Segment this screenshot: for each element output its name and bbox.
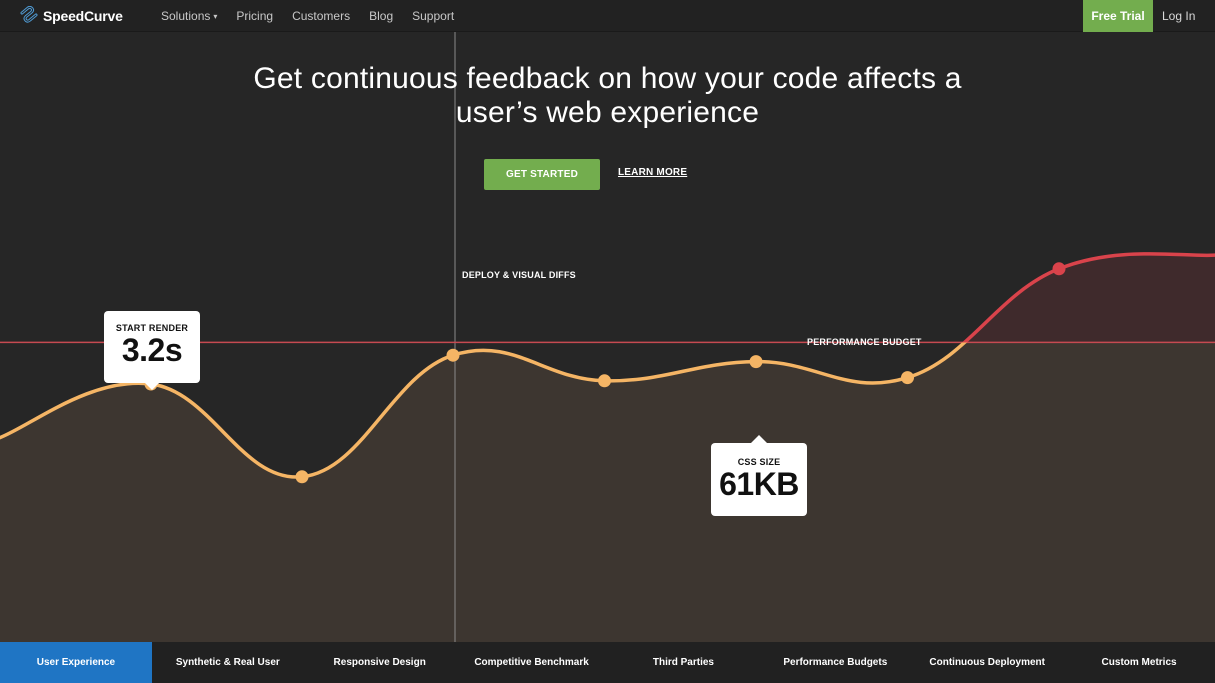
tab-performance-budgets[interactable]: Performance Budgets [759,642,911,683]
nav-links: Solutions ▾ Pricing Customers Blog Suppor… [161,0,473,32]
data-point-7 [1052,262,1066,276]
data-point-3 [446,348,460,362]
hero-title-line2: user’s web experience [455,96,760,129]
nav-link-blog[interactable]: Blog [369,9,393,23]
caret-down-icon: ▾ [213,12,218,21]
hero-title-line1: Get continuous feedback on how your code… [253,62,962,95]
speedcurve-logo-icon [20,6,38,23]
nav-link-support[interactable]: Support [412,9,454,23]
css-size-callout: CSS SIZE 61KB [711,435,807,516]
callout-pointer [751,435,767,443]
login-link[interactable]: Log In [1162,0,1195,32]
learn-more-link[interactable]: LEARN MORE [618,167,687,178]
budget-label: PERFORMANCE BUDGET [807,337,922,347]
css-size-value: 61KB [719,466,799,502]
tab-competitive-benchmark[interactable]: Competitive Benchmark [456,642,608,683]
tab-continuous-deployment[interactable]: Continuous Deployment [911,642,1063,683]
callout-pointer [144,382,160,390]
tab-user-experience[interactable]: User Experience [0,642,152,683]
get-started-button[interactable]: GET STARTED [484,159,600,190]
nav-link-customers[interactable]: Customers [292,9,350,23]
hero-title: Get continuous feedback on how your code… [150,62,1065,130]
feature-tabs: User Experience Synthetic & Real User Re… [0,642,1215,683]
brand-name: SpeedCurve [43,8,123,24]
data-point-5 [749,355,763,369]
page: SpeedCurve Solutions ▾ Pricing Customers … [0,0,1215,683]
nav-link-solutions[interactable]: Solutions ▾ [161,9,217,23]
tab-custom-metrics[interactable]: Custom Metrics [1063,642,1215,683]
nav-link-pricing[interactable]: Pricing [236,9,273,23]
data-point-6 [901,371,914,385]
data-point-4 [598,374,611,388]
tab-responsive-design[interactable]: Responsive Design [304,642,456,683]
tab-third-parties[interactable]: Third Parties [608,642,760,683]
brand-logo[interactable]: SpeedCurve [18,6,123,26]
top-nav: SpeedCurve Solutions ▾ Pricing Customers … [0,0,1215,32]
tab-synthetic-real-user[interactable]: Synthetic & Real User [152,642,304,683]
deploy-label: DEPLOY & VISUAL DIFFS [462,270,576,280]
start-render-value: 3.2s [121,332,183,368]
data-point-2 [295,470,309,484]
start-render-callout: START RENDER 3.2s [104,311,200,390]
nav-link-label: Solutions [161,9,211,23]
free-trial-button[interactable]: Free Trial [1083,0,1153,32]
